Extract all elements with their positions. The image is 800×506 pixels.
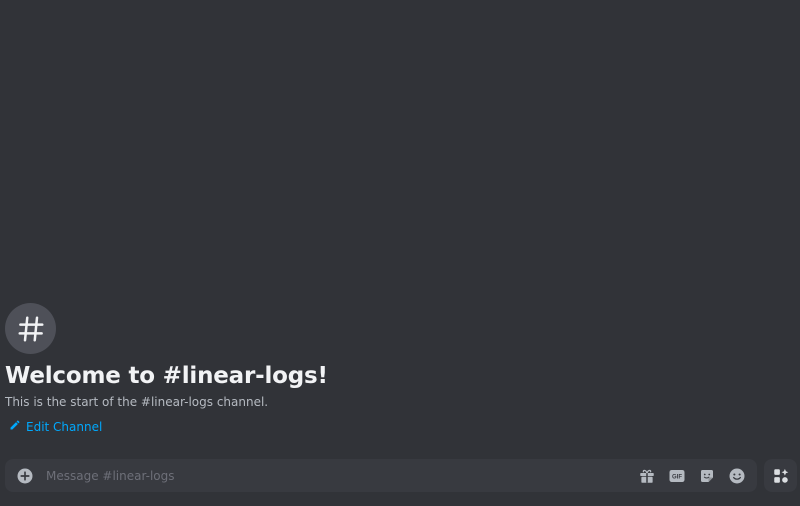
sticker-icon[interactable] <box>698 467 716 485</box>
gift-icon[interactable] <box>638 467 656 485</box>
message-list[interactable]: Welcome to #linear-logs! This is the sta… <box>0 0 800 452</box>
pencil-icon <box>9 419 21 435</box>
channel-welcome: Welcome to #linear-logs! This is the sta… <box>5 303 328 435</box>
chat-area: Welcome to #linear-logs! This is the sta… <box>0 0 800 506</box>
gif-icon-label: GIF <box>672 474 682 480</box>
hash-icon <box>5 303 56 354</box>
welcome-subtitle: This is the start of the #linear-logs ch… <box>5 395 269 409</box>
apps-icon[interactable] <box>764 459 797 492</box>
edit-channel-link[interactable]: Edit Channel <box>9 419 328 435</box>
composer-buttons: GIF <box>638 467 746 485</box>
emoji-icon[interactable] <box>728 467 746 485</box>
welcome-title: Welcome to #linear-logs! <box>5 363 328 389</box>
message-composer: GIF <box>5 459 757 492</box>
gif-icon[interactable]: GIF <box>668 467 686 485</box>
edit-channel-label: Edit Channel <box>26 420 103 434</box>
plus-circle-icon[interactable] <box>16 467 34 485</box>
message-input[interactable] <box>46 459 638 492</box>
